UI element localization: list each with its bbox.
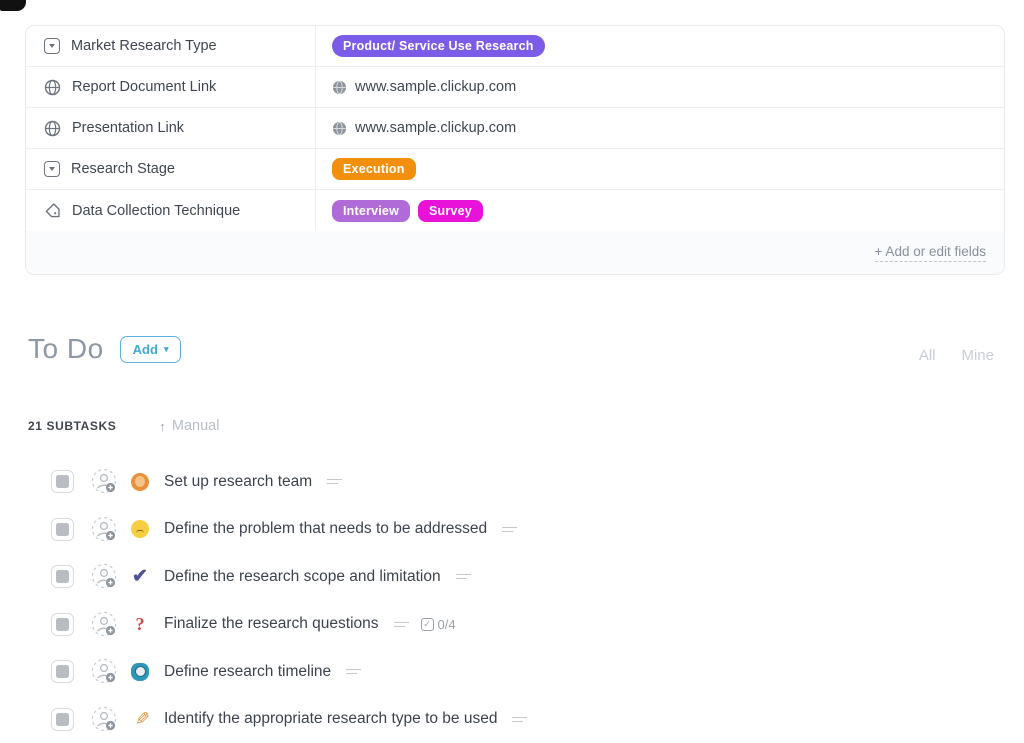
sort-control[interactable]: ↑ Manual	[159, 418, 219, 434]
subtask-count-label: 21 SUBTASKS	[28, 419, 116, 433]
subtask-status-checkbox[interactable]	[51, 565, 74, 588]
subtask-row: ✔ Define the research scope and limitati…	[0, 553, 1024, 601]
description-icon[interactable]	[502, 524, 517, 534]
checklist-indicator[interactable]: ✓ 0/4	[421, 617, 456, 632]
clickup-task-view: Market Research Type Product/ Service Us…	[0, 0, 1024, 730]
description-icon[interactable]	[394, 619, 409, 629]
subtask-status-checkbox[interactable]	[51, 613, 74, 636]
subtask-status-checkbox[interactable]	[51, 518, 74, 541]
description-icon[interactable]	[327, 477, 342, 487]
subtask-name[interactable]: Define the research scope and limitation	[164, 568, 441, 586]
sort-ascending-icon: ↑	[159, 419, 166, 434]
orange-face-emoji	[130, 473, 150, 491]
fields-footer: + Add or edit fields	[26, 231, 1004, 274]
field-label-cell[interactable]: Report Document Link	[26, 67, 316, 107]
subtask-name[interactable]: Set up research team	[164, 473, 312, 491]
dropdown-icon	[44, 161, 60, 177]
report-document-link[interactable]: www.sample.clickup.com	[355, 79, 516, 95]
subtask-list: Set up research team Define the problem …	[0, 458, 1024, 743]
red-question-mark-emoji: ?	[130, 614, 150, 635]
writing-hand-emoji: ✎	[130, 709, 150, 730]
sort-label: Manual	[172, 418, 220, 434]
subtask-row: ✎ Identify the appropriate research type…	[0, 696, 1024, 743]
check-mark-emoji: ✔	[130, 565, 150, 588]
custom-fields-card: Market Research Type Product/ Service Us…	[25, 25, 1005, 275]
checklist-count: 0/4	[438, 617, 456, 632]
add-assignee-icon[interactable]	[91, 611, 118, 638]
subtask-row: Set up research team	[0, 458, 1024, 506]
window-corner	[0, 0, 26, 11]
field-label: Data Collection Technique	[72, 203, 240, 219]
subtask-status-checkbox[interactable]	[51, 470, 74, 493]
add-assignee-icon[interactable]	[91, 563, 118, 590]
research-type-badge[interactable]: Product/ Service Use Research	[332, 35, 545, 57]
tag-icon	[44, 202, 61, 219]
add-button-label: Add	[133, 342, 158, 357]
add-assignee-icon[interactable]	[91, 658, 118, 685]
field-label: Research Stage	[71, 161, 175, 177]
field-label: Market Research Type	[71, 38, 217, 54]
dropdown-icon	[44, 38, 60, 54]
assignee-filters: All Mine	[919, 347, 994, 364]
subtasks-bar: 21 SUBTASKS ↑ Manual	[28, 418, 219, 434]
field-value-cell[interactable]: Interview Survey	[316, 190, 1004, 231]
todo-header: To Do Add ▾	[28, 333, 181, 365]
subtask-name[interactable]: Identify the appropriate research type t…	[164, 710, 497, 728]
add-assignee-icon[interactable]	[91, 516, 118, 543]
field-value-cell[interactable]: www.sample.clickup.com	[316, 67, 1004, 107]
chevron-down-icon: ▾	[164, 344, 169, 355]
field-label-cell[interactable]: Data Collection Technique	[26, 190, 316, 231]
add-subtask-button[interactable]: Add ▾	[120, 336, 182, 363]
todo-section-title: To Do	[28, 333, 104, 365]
subtask-status-checkbox[interactable]	[51, 708, 74, 731]
field-row-research-stage: Research Stage Execution	[26, 149, 1004, 190]
field-row-report-document-link: Report Document Link www.sample.clickup.…	[26, 67, 1004, 108]
field-row-market-research-type: Market Research Type Product/ Service Us…	[26, 26, 1004, 67]
description-icon[interactable]	[512, 714, 527, 724]
field-value-cell[interactable]: www.sample.clickup.com	[316, 108, 1004, 148]
link-globe-icon	[332, 80, 347, 95]
field-value-cell[interactable]: Product/ Service Use Research	[316, 26, 1004, 66]
field-label: Report Document Link	[72, 79, 216, 95]
field-label: Presentation Link	[72, 120, 184, 136]
subtask-row: ? Finalize the research questions ✓ 0/4	[0, 601, 1024, 649]
timer-clock-emoji	[130, 663, 150, 681]
subtask-row: Define the problem that needs to be addr…	[0, 506, 1024, 554]
add-assignee-icon[interactable]	[91, 706, 118, 733]
description-icon[interactable]	[346, 667, 361, 677]
subtask-name[interactable]: Finalize the research questions	[164, 615, 379, 633]
globe-icon	[44, 79, 61, 96]
subtask-name[interactable]: Define research timeline	[164, 663, 331, 681]
subtask-status-checkbox[interactable]	[51, 660, 74, 683]
interview-tag-badge[interactable]: Interview	[332, 200, 410, 222]
filter-mine[interactable]: Mine	[961, 347, 994, 364]
survey-tag-badge[interactable]: Survey	[418, 200, 483, 222]
field-row-presentation-link: Presentation Link www.sample.clickup.com	[26, 108, 1004, 149]
add-assignee-icon[interactable]	[91, 468, 118, 495]
field-row-data-collection-technique: Data Collection Technique Interview Surve…	[26, 190, 1004, 231]
filter-all[interactable]: All	[919, 347, 936, 364]
subtask-name[interactable]: Define the problem that needs to be addr…	[164, 520, 487, 538]
presentation-link[interactable]: www.sample.clickup.com	[355, 120, 516, 136]
field-label-cell[interactable]: Research Stage	[26, 149, 316, 189]
field-value-cell[interactable]: Execution	[316, 149, 1004, 189]
add-or-edit-fields-link[interactable]: + Add or edit fields	[875, 244, 986, 262]
field-label-cell[interactable]: Market Research Type	[26, 26, 316, 66]
confused-face-emoji	[130, 520, 150, 538]
research-stage-badge[interactable]: Execution	[332, 158, 416, 180]
checklist-icon: ✓	[421, 618, 434, 631]
subtask-row: Define research timeline	[0, 648, 1024, 696]
globe-icon	[44, 120, 61, 137]
description-icon[interactable]	[456, 572, 471, 582]
field-label-cell[interactable]: Presentation Link	[26, 108, 316, 148]
link-globe-icon	[332, 121, 347, 136]
